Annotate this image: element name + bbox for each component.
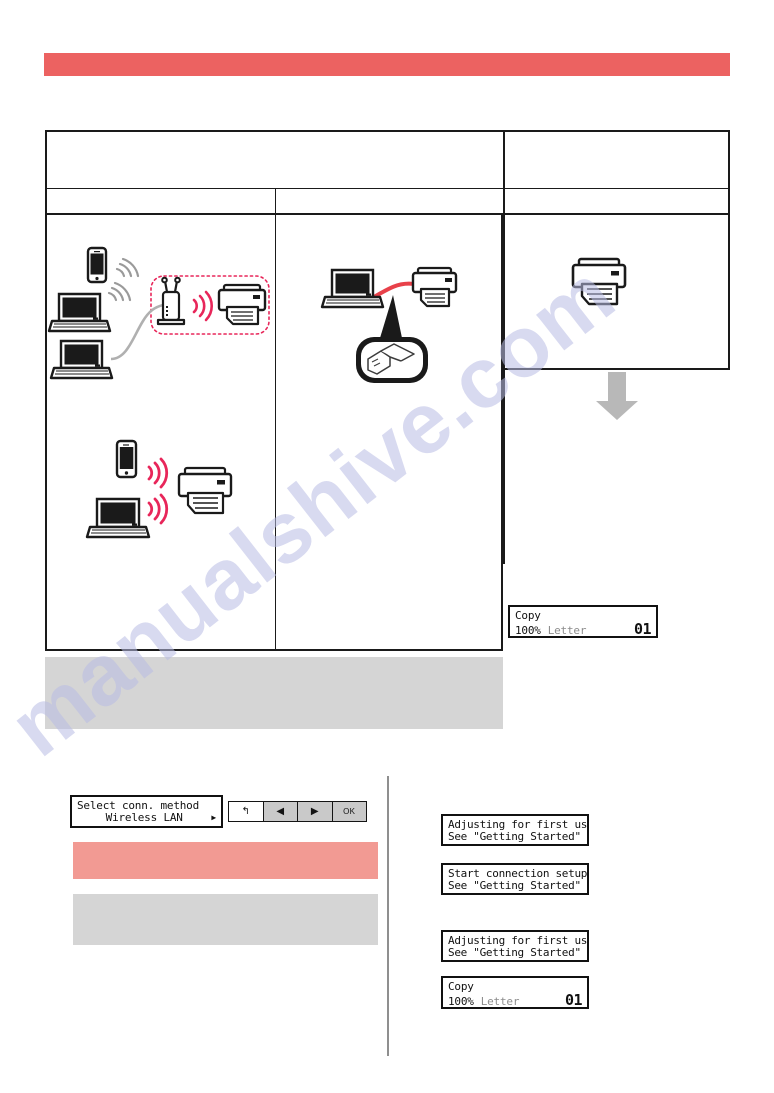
lcd-copy-zoom: 100% <box>448 995 474 1008</box>
lcd-adjusting-screen: Adjusting for first use… See "Getting St… <box>441 814 589 846</box>
wireless-lan-diagram <box>47 246 270 380</box>
bottom-section-divider <box>387 776 389 1056</box>
flow-arrow-down <box>596 372 638 420</box>
back-button[interactable]: ↰ <box>229 802 264 821</box>
lcd-copy-count: 01 <box>564 991 583 1009</box>
lcd-copy-screen: Copy 100% Letter 01 <box>508 605 658 638</box>
lcd-adjusting-screen: Adjusting for first use… See "Getting St… <box>441 930 589 962</box>
lcd-copy-count: 01 <box>633 620 652 638</box>
lcd-adjusting-line2: See "Getting Started" and <box>448 830 587 844</box>
step-highlight-block <box>73 842 378 879</box>
left-arrow-button[interactable]: ◀ <box>263 802 298 821</box>
laptop-icon <box>85 497 151 539</box>
printer-only-column <box>503 130 730 370</box>
lcd-copy-title: Copy <box>448 980 474 993</box>
printer-icon <box>411 266 458 308</box>
table-subheader-row <box>47 189 503 215</box>
usb-connection-diagram <box>320 266 458 383</box>
wifi-signal-icon <box>107 281 132 302</box>
lcd-adjusting-line2: See "Getting Started" and <box>448 946 587 960</box>
printer-only-diagram <box>571 257 627 306</box>
smartphone-icon <box>86 246 108 284</box>
lcd-copy-screen: Copy 100% Letter 01 <box>441 976 589 1009</box>
laptop-icon <box>47 292 112 333</box>
lcd-copy-title: Copy <box>515 609 541 622</box>
right-column-body <box>503 215 728 368</box>
printer-icon <box>571 257 627 306</box>
laptop-icon <box>320 268 385 309</box>
back-arrow-icon: ↰ <box>241 805 250 817</box>
callout-pointer <box>380 295 402 338</box>
left-arrow-icon: ◀ <box>276 805 285 817</box>
lcd-select-value: Wireless LAN <box>105 811 183 825</box>
section-header-band <box>44 53 730 76</box>
table-subheader-usb <box>276 189 503 213</box>
connection-method-table <box>45 130 503 651</box>
right-column-title <box>503 132 728 189</box>
lcd-start-connection-line2: See "Getting Started" <box>448 879 581 893</box>
table-body-row <box>47 215 503 649</box>
wifi-signal-icon <box>147 457 169 489</box>
lcd-copy-paper-size: Letter <box>480 995 520 1008</box>
network-cable <box>110 303 164 361</box>
wifi-signal-icon <box>192 290 213 322</box>
ok-button-label: OK <box>343 807 356 816</box>
right-arrow-button[interactable]: ▶ <box>298 802 333 821</box>
wifi-signal-icon <box>147 493 169 525</box>
right-arrow-icon: ▶ <box>310 805 319 817</box>
smartphone-icon <box>115 439 138 479</box>
ok-button[interactable]: OK <box>332 802 366 821</box>
note-block <box>45 657 503 729</box>
laptop-icon <box>49 339 114 380</box>
lcd-start-connection-screen: Start connection setup See "Getting Star… <box>441 863 589 895</box>
wireless-direct-diagram <box>85 439 233 539</box>
lcd-select-connection-method: Select conn. method Wireless LAN ▶ <box>70 795 223 828</box>
printer-icon <box>217 283 267 326</box>
cell-wireless-diagrams <box>47 215 276 649</box>
lcd-copy-zoom: 100% <box>515 624 541 637</box>
router-icon <box>156 276 186 326</box>
cell-usb-diagram <box>276 215 503 649</box>
lcd-copy-paper-size: Letter <box>547 624 587 637</box>
table-title-row <box>47 132 503 189</box>
step-note-block <box>73 894 378 945</box>
table-right-divider <box>503 130 505 564</box>
right-column-subheader <box>503 189 728 215</box>
wifi-signal-icon <box>115 257 140 278</box>
table-subheader-wireless <box>47 189 276 213</box>
chevron-right-icon: ▶ <box>211 813 216 823</box>
printer-button-strip[interactable]: ↰ ◀ ▶ OK <box>228 801 367 822</box>
printer-icon <box>177 466 233 515</box>
